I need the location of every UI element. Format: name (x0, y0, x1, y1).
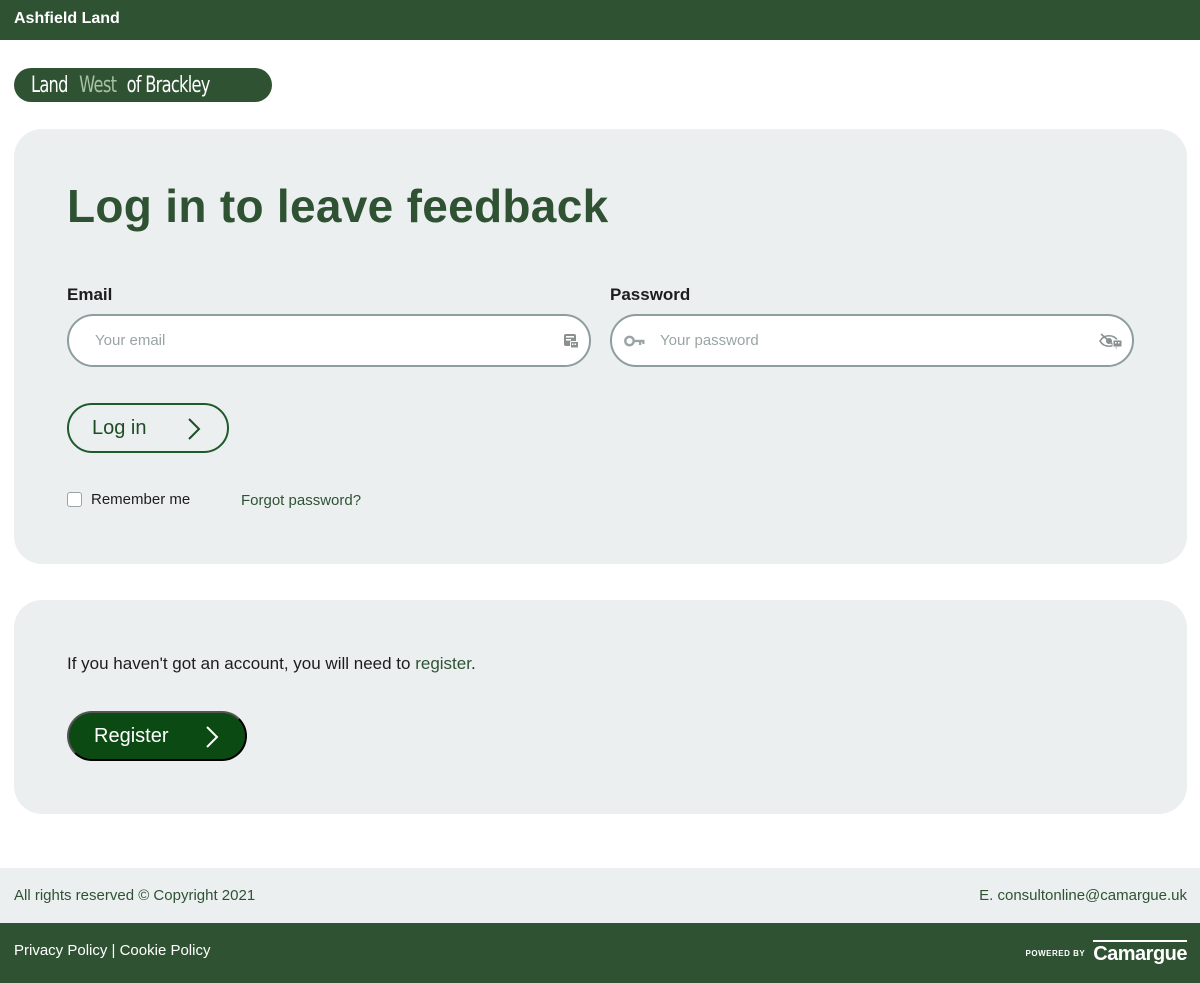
contact-email[interactable]: E. consultonline@camargue.uk (979, 887, 1187, 904)
register-prompt: If you haven't got an account, you will … (67, 654, 476, 674)
logo-part-west: West (78, 72, 117, 98)
powered-by-label: POWERED BY (1025, 948, 1086, 958)
register-link[interactable]: register (415, 654, 471, 673)
forgot-password-link[interactable]: Forgot password? (241, 492, 361, 509)
register-prompt-end: . (470, 654, 476, 673)
register-button-label: Register (94, 724, 169, 747)
login-button-label: Log in (92, 416, 147, 439)
logo-text: Land West of Brackley (31, 73, 224, 98)
remember-me[interactable]: Remember me (67, 491, 190, 508)
footer-policy-links: Privacy Policy | Cookie Policy (14, 942, 210, 959)
hide-password-icon[interactable] (1098, 331, 1124, 351)
email-label: Email (67, 285, 113, 304)
register-prompt-text: If you haven't got an account, you will … (67, 654, 416, 673)
password-field-wrapper (610, 314, 1134, 367)
footer-info: All rights reserved © Copyright 2021 E. … (0, 868, 1200, 923)
register-button[interactable]: Register (67, 711, 247, 761)
remember-me-label[interactable]: Remember me (91, 491, 190, 508)
brand-name: Ashfield Land (14, 10, 120, 27)
email-input[interactable] (95, 316, 545, 365)
page-title: Log in to leave feedback (67, 180, 609, 232)
email-field-wrapper (67, 314, 591, 367)
chevron-right-icon (205, 725, 219, 752)
login-card: Log in to leave feedback Email Password (14, 129, 1187, 564)
credential-manager-icon[interactable] (561, 331, 581, 351)
footer-links: Privacy Policy | Cookie Policy POWERED B… (0, 923, 1200, 983)
login-button[interactable]: Log in (67, 403, 229, 453)
cookie-policy-link[interactable]: Cookie Policy (120, 942, 211, 959)
register-card: If you haven't got an account, you will … (14, 600, 1187, 814)
remember-me-checkbox[interactable] (67, 492, 82, 507)
key-icon (623, 331, 647, 351)
copyright-text: All rights reserved © Copyright 2021 (14, 887, 256, 904)
logo-part-land: Land (31, 72, 73, 98)
logo-part-brackley: of Brackley (121, 72, 210, 98)
camargue-logo: Camargue (1093, 940, 1187, 966)
site-logo[interactable]: Land West of Brackley (14, 68, 273, 102)
password-input[interactable] (660, 316, 1080, 365)
footer-separator: | (107, 942, 120, 959)
password-label: Password (610, 285, 691, 304)
top-bar: Ashfield Land (0, 0, 1200, 40)
chevron-right-icon (187, 417, 201, 444)
privacy-policy-link[interactable]: Privacy Policy (14, 942, 107, 959)
powered-by[interactable]: POWERED BY Camargue (1026, 940, 1187, 966)
